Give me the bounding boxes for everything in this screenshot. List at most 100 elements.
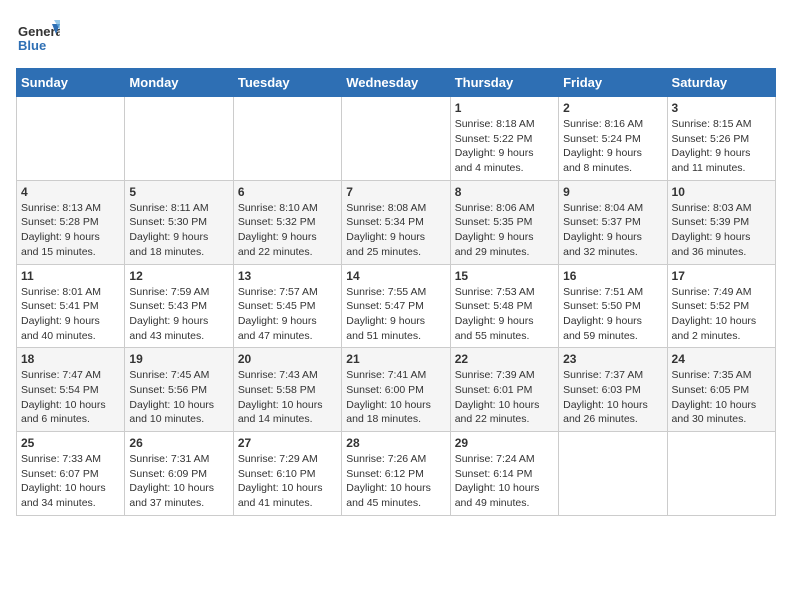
day-info: Sunrise: 7:55 AM Sunset: 5:47 PM Dayligh… — [346, 285, 445, 344]
calendar-week-4: 18 Sunrise: 7:47 AM Sunset: 5:54 PM Dayli… — [17, 348, 776, 432]
calendar-cell: 3 Sunrise: 8:15 AM Sunset: 5:26 PM Daylig… — [667, 97, 775, 181]
calendar-cell: 10 Sunrise: 8:03 AM Sunset: 5:39 PM Dayli… — [667, 180, 775, 264]
day-number: 21 — [346, 352, 445, 366]
header-thursday: Thursday — [450, 69, 558, 97]
day-number: 4 — [21, 185, 120, 199]
day-info: Sunrise: 7:39 AM Sunset: 6:01 PM Dayligh… — [455, 368, 554, 427]
calendar-cell: 25Sunrise: 7:33 AM Sunset: 6:07 PM Dayli… — [17, 432, 125, 516]
header-tuesday: Tuesday — [233, 69, 341, 97]
day-number: 1 — [455, 101, 554, 115]
calendar-cell: 4 Sunrise: 8:13 AM Sunset: 5:28 PM Daylig… — [17, 180, 125, 264]
day-info: Sunrise: 7:29 AM Sunset: 6:10 PM Dayligh… — [238, 452, 337, 511]
day-number: 5 — [129, 185, 228, 199]
day-number: 18 — [21, 352, 120, 366]
day-number: 22 — [455, 352, 554, 366]
calendar-week-2: 4 Sunrise: 8:13 AM Sunset: 5:28 PM Daylig… — [17, 180, 776, 264]
calendar-cell: 14 Sunrise: 7:55 AM Sunset: 5:47 PM Dayli… — [342, 264, 450, 348]
day-info: Sunrise: 8:16 AM Sunset: 5:24 PM Dayligh… — [563, 117, 662, 176]
day-info: Sunrise: 7:26 AM Sunset: 6:12 PM Dayligh… — [346, 452, 445, 511]
day-info: Sunrise: 7:31 AM Sunset: 6:09 PM Dayligh… — [129, 452, 228, 511]
day-info: Sunrise: 7:43 AM Sunset: 5:58 PM Dayligh… — [238, 368, 337, 427]
calendar-header-row: SundayMondayTuesdayWednesdayThursdayFrid… — [17, 69, 776, 97]
day-info: Sunrise: 7:41 AM Sunset: 6:00 PM Dayligh… — [346, 368, 445, 427]
day-number: 17 — [672, 269, 771, 283]
calendar-cell: 13 Sunrise: 7:57 AM Sunset: 5:45 PM Dayli… — [233, 264, 341, 348]
calendar-cell: 9Sunrise: 8:04 AM Sunset: 5:37 PM Daylig… — [559, 180, 667, 264]
day-info: Sunrise: 7:24 AM Sunset: 6:14 PM Dayligh… — [455, 452, 554, 511]
day-number: 14 — [346, 269, 445, 283]
calendar-week-5: 25Sunrise: 7:33 AM Sunset: 6:07 PM Dayli… — [17, 432, 776, 516]
day-number: 3 — [672, 101, 771, 115]
calendar-cell — [233, 97, 341, 181]
page-header: General Blue — [16, 16, 776, 60]
day-number: 23 — [563, 352, 662, 366]
header-saturday: Saturday — [667, 69, 775, 97]
day-info: Sunrise: 8:10 AM Sunset: 5:32 PM Dayligh… — [238, 201, 337, 260]
day-number: 10 — [672, 185, 771, 199]
calendar-cell: 2 Sunrise: 8:16 AM Sunset: 5:24 PM Daylig… — [559, 97, 667, 181]
calendar-cell: 20Sunrise: 7:43 AM Sunset: 5:58 PM Dayli… — [233, 348, 341, 432]
calendar-cell: 26 Sunrise: 7:31 AM Sunset: 6:09 PM Dayli… — [125, 432, 233, 516]
calendar-cell — [17, 97, 125, 181]
day-number: 28 — [346, 436, 445, 450]
day-number: 13 — [238, 269, 337, 283]
header-wednesday: Wednesday — [342, 69, 450, 97]
calendar-cell: 17 Sunrise: 7:49 AM Sunset: 5:52 PM Dayli… — [667, 264, 775, 348]
day-info: Sunrise: 7:59 AM Sunset: 5:43 PM Dayligh… — [129, 285, 228, 344]
day-info: Sunrise: 7:37 AM Sunset: 6:03 PM Dayligh… — [563, 368, 662, 427]
calendar-cell — [559, 432, 667, 516]
logo-icon: General Blue — [16, 16, 60, 60]
day-number: 29 — [455, 436, 554, 450]
header-friday: Friday — [559, 69, 667, 97]
day-number: 25 — [21, 436, 120, 450]
calendar-cell: 5Sunrise: 8:11 AM Sunset: 5:30 PM Daylig… — [125, 180, 233, 264]
calendar-week-1: 1 Sunrise: 8:18 AM Sunset: 5:22 PM Daylig… — [17, 97, 776, 181]
day-number: 12 — [129, 269, 228, 283]
day-number: 2 — [563, 101, 662, 115]
day-number: 26 — [129, 436, 228, 450]
day-info: Sunrise: 7:53 AM Sunset: 5:48 PM Dayligh… — [455, 285, 554, 344]
svg-text:Blue: Blue — [18, 38, 46, 53]
calendar-cell: 16 Sunrise: 7:51 AM Sunset: 5:50 PM Dayli… — [559, 264, 667, 348]
calendar-cell: 23 Sunrise: 7:37 AM Sunset: 6:03 PM Dayli… — [559, 348, 667, 432]
calendar-cell: 1 Sunrise: 8:18 AM Sunset: 5:22 PM Daylig… — [450, 97, 558, 181]
calendar-cell: 21 Sunrise: 7:41 AM Sunset: 6:00 PM Dayli… — [342, 348, 450, 432]
calendar-cell — [667, 432, 775, 516]
logo: General Blue — [16, 16, 60, 60]
day-number: 6 — [238, 185, 337, 199]
calendar-cell: 7 Sunrise: 8:08 AM Sunset: 5:34 PM Daylig… — [342, 180, 450, 264]
day-number: 24 — [672, 352, 771, 366]
calendar-cell: 12 Sunrise: 7:59 AM Sunset: 5:43 PM Dayli… — [125, 264, 233, 348]
calendar-cell: 28 Sunrise: 7:26 AM Sunset: 6:12 PM Dayli… — [342, 432, 450, 516]
calendar-cell: 8 Sunrise: 8:06 AM Sunset: 5:35 PM Daylig… — [450, 180, 558, 264]
day-info: Sunrise: 8:03 AM Sunset: 5:39 PM Dayligh… — [672, 201, 771, 260]
calendar-cell: 18 Sunrise: 7:47 AM Sunset: 5:54 PM Dayli… — [17, 348, 125, 432]
day-number: 9 — [563, 185, 662, 199]
day-info: Sunrise: 7:57 AM Sunset: 5:45 PM Dayligh… — [238, 285, 337, 344]
day-number: 16 — [563, 269, 662, 283]
header-monday: Monday — [125, 69, 233, 97]
day-info: Sunrise: 8:08 AM Sunset: 5:34 PM Dayligh… — [346, 201, 445, 260]
day-info: Sunrise: 8:06 AM Sunset: 5:35 PM Dayligh… — [455, 201, 554, 260]
header-sunday: Sunday — [17, 69, 125, 97]
day-info: Sunrise: 7:51 AM Sunset: 5:50 PM Dayligh… — [563, 285, 662, 344]
day-info: Sunrise: 7:35 AM Sunset: 6:05 PM Dayligh… — [672, 368, 771, 427]
day-number: 8 — [455, 185, 554, 199]
day-info: Sunrise: 8:15 AM Sunset: 5:26 PM Dayligh… — [672, 117, 771, 176]
day-info: Sunrise: 8:18 AM Sunset: 5:22 PM Dayligh… — [455, 117, 554, 176]
day-number: 15 — [455, 269, 554, 283]
calendar-cell — [342, 97, 450, 181]
day-number: 7 — [346, 185, 445, 199]
day-number: 11 — [21, 269, 120, 283]
calendar-cell — [125, 97, 233, 181]
day-info: Sunrise: 7:47 AM Sunset: 5:54 PM Dayligh… — [21, 368, 120, 427]
calendar-cell: 27 Sunrise: 7:29 AM Sunset: 6:10 PM Dayli… — [233, 432, 341, 516]
calendar-cell: 11 Sunrise: 8:01 AM Sunset: 5:41 PM Dayli… — [17, 264, 125, 348]
day-info: Sunrise: 7:49 AM Sunset: 5:52 PM Dayligh… — [672, 285, 771, 344]
calendar-week-3: 11 Sunrise: 8:01 AM Sunset: 5:41 PM Dayli… — [17, 264, 776, 348]
calendar-table: SundayMondayTuesdayWednesdayThursdayFrid… — [16, 68, 776, 516]
day-info: Sunrise: 8:01 AM Sunset: 5:41 PM Dayligh… — [21, 285, 120, 344]
day-info: Sunrise: 8:13 AM Sunset: 5:28 PM Dayligh… — [21, 201, 120, 260]
calendar-cell: 29 Sunrise: 7:24 AM Sunset: 6:14 PM Dayli… — [450, 432, 558, 516]
day-number: 27 — [238, 436, 337, 450]
